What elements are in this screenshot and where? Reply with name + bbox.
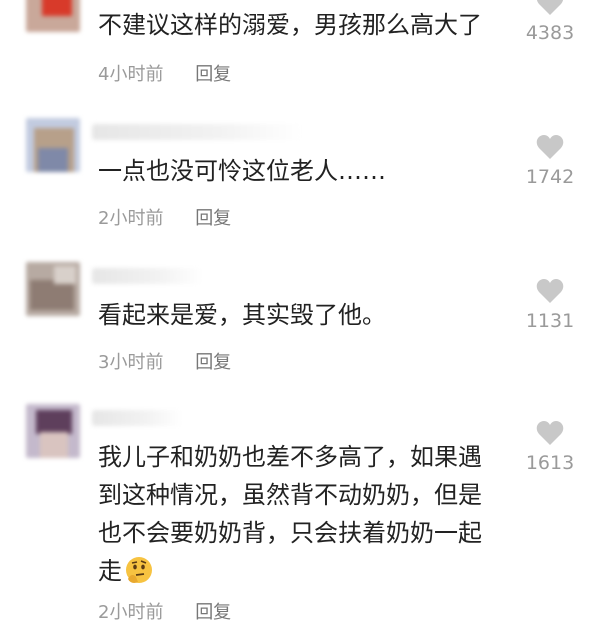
timestamp: 4小时前 — [98, 64, 164, 85]
reply-button[interactable]: 回复 — [195, 352, 231, 373]
heart-icon — [536, 135, 564, 159]
comment-line: 也不会要奶奶背，只会扶着奶奶一起 — [98, 519, 482, 547]
avatar[interactable] — [26, 404, 80, 458]
reply-button[interactable]: 回复 — [195, 602, 231, 623]
comment-text: 看起来是爱，其实毁了他。 — [98, 301, 386, 329]
heart-icon — [536, 279, 564, 303]
comment-line: 到这种情况，虽然背不动奶奶，但是 — [98, 481, 482, 509]
username[interactable] — [92, 268, 202, 284]
like-count: 1613 — [525, 452, 575, 474]
comment-text: 一点也没可怜这位老人…… — [98, 157, 386, 185]
reply-button[interactable]: 回复 — [195, 208, 231, 229]
timestamp: 2小时前 — [98, 208, 164, 229]
thinking-face-icon — [126, 557, 152, 583]
avatar[interactable] — [26, 0, 80, 32]
username[interactable] — [92, 410, 182, 426]
like-button[interactable]: 1613 — [520, 420, 580, 474]
like-button[interactable]: 4383 — [520, 0, 580, 44]
like-button[interactable]: 1742 — [520, 134, 580, 188]
comment-line: 我儿子和奶奶也差不多高了，如果遇 — [98, 443, 482, 471]
like-count: 1742 — [525, 166, 575, 188]
comment-meta: 2小时前 回复 — [98, 598, 231, 624]
like-count: 1131 — [525, 310, 575, 332]
heart-icon — [536, 421, 564, 445]
like-button[interactable]: 1131 — [520, 278, 580, 332]
heart-icon — [537, 0, 563, 15]
reply-button[interactable]: 回复 — [195, 64, 231, 85]
comment-text: 我儿子和奶奶也差不多高了，如果遇 到这种情况，虽然背不动奶奶，但是 也不会要奶奶… — [98, 438, 510, 590]
comment-meta: 3小时前 回复 — [98, 348, 231, 374]
like-count: 4383 — [525, 22, 575, 44]
comment-meta: 2小时前 回复 — [98, 204, 231, 230]
timestamp: 2小时前 — [98, 602, 164, 623]
avatar[interactable] — [26, 262, 80, 316]
timestamp: 3小时前 — [98, 352, 164, 373]
comment-meta: 4小时前 回复 — [98, 60, 231, 86]
username[interactable] — [92, 124, 302, 140]
avatar[interactable] — [26, 118, 80, 172]
comment-line: 走 — [98, 557, 122, 585]
comment-text: 不建议这样的溺爱，男孩那么高大了 — [98, 11, 482, 39]
